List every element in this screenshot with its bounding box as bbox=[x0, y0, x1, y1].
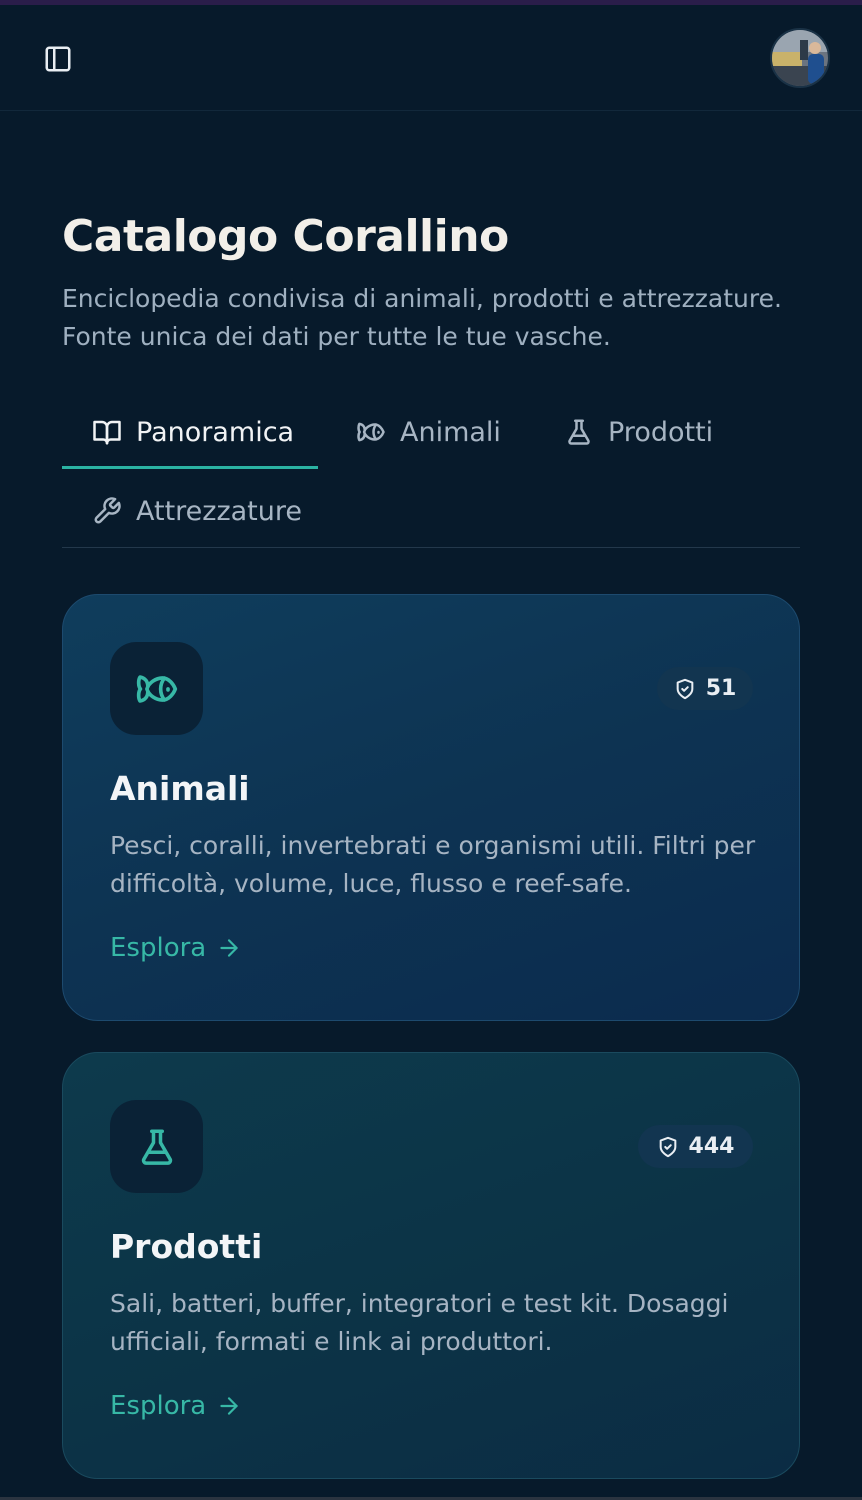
explore-label: Esplora bbox=[110, 933, 207, 963]
tab-label: Animali bbox=[400, 416, 501, 448]
card-prodotti[interactable]: 444 Prodotti Sali, batteri, buffer, inte… bbox=[62, 1052, 800, 1479]
count-value: 51 bbox=[705, 676, 737, 701]
tab-label: Attrezzature bbox=[136, 495, 302, 527]
flask-icon bbox=[141, 1129, 172, 1165]
sidebar-toggle-button[interactable] bbox=[42, 43, 74, 75]
card-animali[interactable]: 51 Animali Pesci, coralli, invertebrati … bbox=[62, 594, 800, 1021]
tab-bar: Panoramica Animali Prodotti Attrezzature bbox=[62, 392, 800, 548]
tab-label: Panoramica bbox=[136, 416, 295, 448]
card-icon-container bbox=[110, 1100, 203, 1193]
tab-attrezzature[interactable]: Attrezzature bbox=[92, 472, 302, 550]
page-title: Catalogo Corallino bbox=[62, 211, 509, 262]
fish-icon bbox=[136, 674, 177, 703]
sidebar-icon bbox=[45, 46, 71, 72]
tab-label: Prodotti bbox=[608, 416, 714, 448]
fish-icon bbox=[357, 422, 385, 442]
card-description: Pesci, coralli, invertebrati e organismi… bbox=[110, 831, 756, 898]
count-badge: 51 bbox=[657, 667, 753, 710]
card-description: Sali, batteri, buffer, integratori e tes… bbox=[110, 1289, 729, 1356]
card-title: Prodotti bbox=[110, 1227, 263, 1266]
flask-icon bbox=[568, 419, 590, 445]
explore-label: Esplora bbox=[110, 1391, 207, 1421]
active-tab-indicator bbox=[62, 466, 318, 469]
card-icon-container bbox=[110, 642, 203, 735]
tab-animali[interactable]: Animali bbox=[356, 393, 501, 471]
wrench-icon bbox=[94, 497, 121, 524]
tab-panoramica[interactable]: Panoramica bbox=[92, 393, 294, 471]
arrow-right-icon bbox=[220, 939, 238, 957]
shield-check-icon bbox=[676, 678, 694, 699]
explore-link[interactable]: Esplora bbox=[110, 1391, 242, 1421]
page-header: Catalogo Corallino Enciclopedia condivis… bbox=[62, 208, 802, 356]
book-open-icon bbox=[93, 420, 121, 445]
shield-check-icon bbox=[659, 1136, 676, 1157]
top-bar bbox=[0, 5, 862, 111]
card-title: Animali bbox=[110, 769, 250, 808]
count-badge: 444 bbox=[638, 1125, 753, 1168]
user-avatar[interactable] bbox=[770, 28, 830, 88]
explore-link[interactable]: Esplora bbox=[110, 933, 242, 963]
tab-prodotti[interactable]: Prodotti bbox=[564, 393, 713, 471]
arrow-right-icon bbox=[220, 1397, 238, 1415]
page-subtitle: Enciclopedia condivisa di animali, prodo… bbox=[62, 284, 782, 351]
count-value: 444 bbox=[688, 1134, 735, 1159]
